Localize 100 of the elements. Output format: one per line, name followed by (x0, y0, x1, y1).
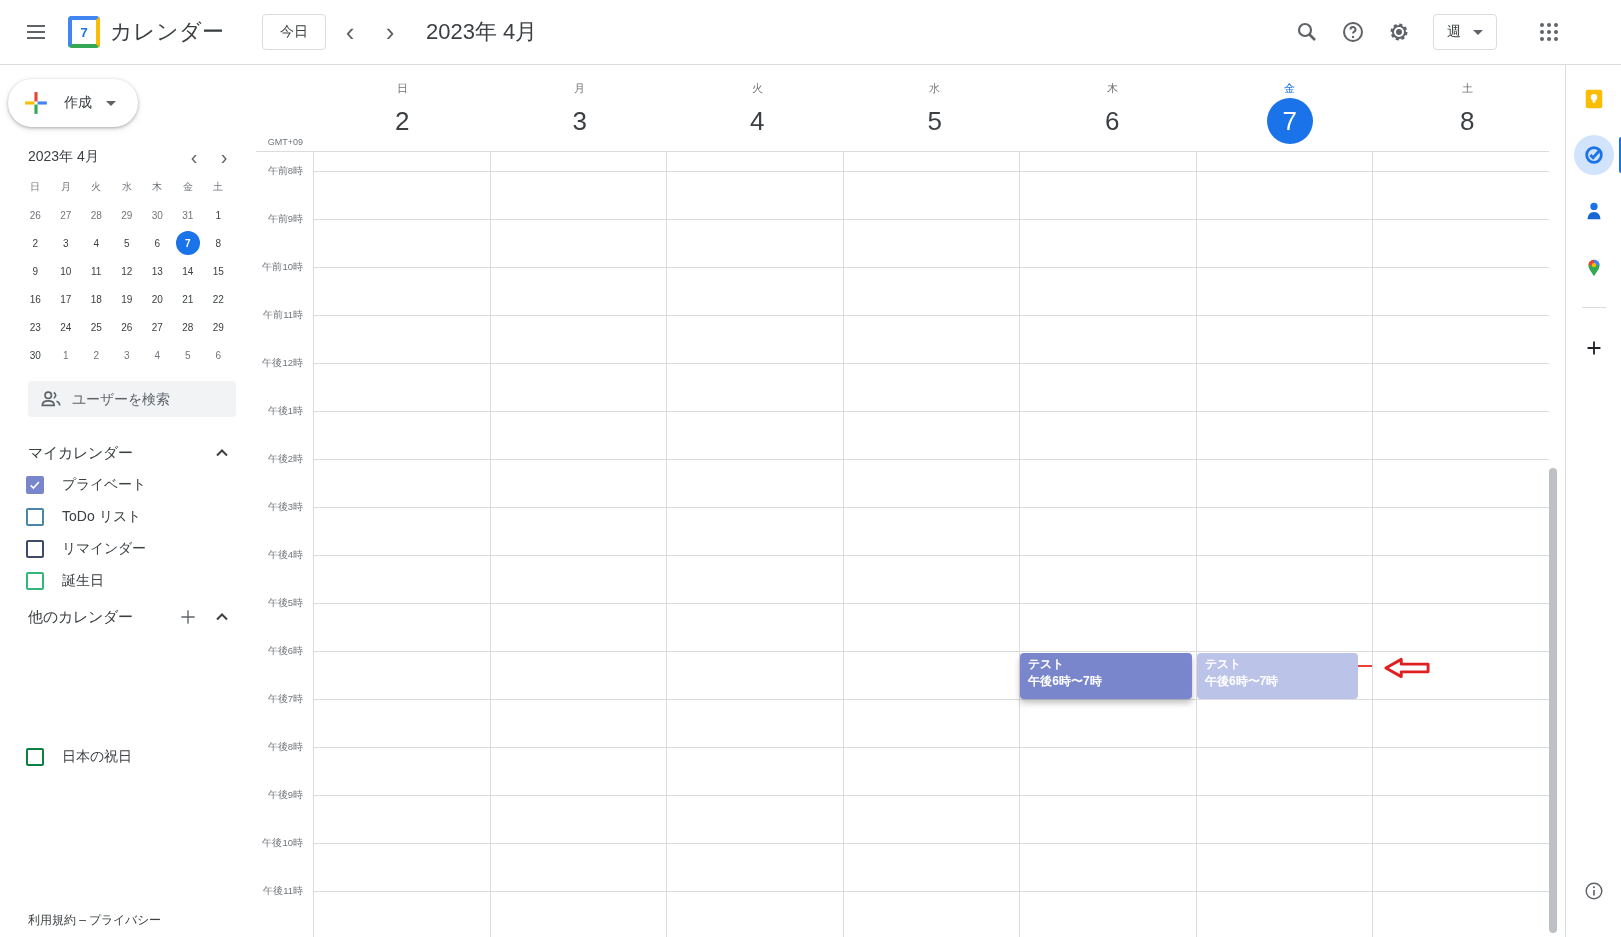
app-name: カレンダー (110, 18, 224, 46)
weekday-label: 日 (396, 81, 408, 96)
previous-button[interactable]: ‹ (334, 16, 366, 48)
checkbox[interactable] (26, 476, 44, 494)
hour-label: 午前10時 (262, 261, 303, 274)
mini-calendar-day[interactable]: 15 (206, 259, 231, 283)
next-month-button[interactable]: › (212, 147, 236, 167)
date-number[interactable]: 4 (734, 98, 781, 144)
mini-calendar-day[interactable]: 29 (114, 203, 139, 227)
hour-label: 午後10時 (262, 837, 303, 850)
hour-label: 午前9時 (267, 213, 303, 226)
add-icon[interactable] (178, 607, 198, 627)
mini-calendar-day[interactable]: 18 (84, 287, 109, 311)
help-icon[interactable] (1341, 20, 1365, 44)
mini-calendar-day[interactable]: 2 (23, 231, 48, 255)
date-number[interactable]: 5 (911, 98, 958, 144)
date-number[interactable]: 6 (1089, 98, 1136, 144)
mini-calendar-day[interactable]: 4 (84, 231, 109, 255)
hour-label: 午前11時 (263, 309, 303, 322)
mini-calendar-day[interactable]: 13 (145, 259, 170, 283)
date-number[interactable]: 2 (379, 98, 426, 144)
checkbox[interactable] (26, 508, 44, 526)
mini-calendar-day[interactable]: 31 (175, 203, 200, 227)
weekday-label: 火 (751, 81, 763, 96)
period-title: 2023年 4月 (426, 18, 538, 46)
date-number[interactable]: 8 (1444, 98, 1491, 144)
mini-calendar-day[interactable]: 12 (114, 259, 139, 283)
mini-calendar-day[interactable]: 24 (53, 315, 78, 339)
mini-calendar-day[interactable]: 11 (84, 259, 109, 283)
hour-label: 午後1時 (267, 405, 303, 418)
mini-calendar-day[interactable]: 26 (114, 315, 139, 339)
section-title: 他のカレンダー (28, 607, 133, 627)
weekday-label: 金 (182, 180, 193, 194)
mini-calendar-day[interactable]: 17 (53, 287, 78, 311)
event-title: テスト (1204, 656, 1242, 673)
mini-calendar-day[interactable]: 1 (206, 203, 231, 227)
footer-links[interactable]: 利用規約 – プライバシー (28, 912, 256, 929)
mini-calendar-day[interactable]: 8 (206, 231, 231, 255)
create-button[interactable]: 作成 (8, 79, 138, 127)
hour-label: 午後5時 (267, 597, 303, 610)
mini-calendar-day[interactable]: 30 (145, 203, 170, 227)
mini-calendar-day[interactable]: 5 (114, 231, 139, 255)
mini-calendar-day[interactable]: 1 (53, 343, 78, 367)
mini-calendar-day[interactable]: 20 (145, 287, 170, 311)
mini-calendar-day[interactable]: 10 (53, 259, 78, 283)
hour-label: 午後12時 (262, 357, 303, 370)
caret-icon (106, 100, 116, 106)
mini-calendar-day[interactable]: 6 (145, 231, 170, 255)
today-button[interactable]: 今日 (262, 14, 326, 50)
mini-calendar-day[interactable]: 28 (175, 315, 200, 339)
weekday-label: 火 (91, 180, 102, 194)
mini-calendar-day[interactable]: 6 (206, 343, 231, 367)
mini-calendar-day[interactable]: 23 (23, 315, 48, 339)
mini-calendar-day[interactable]: 5 (175, 343, 200, 367)
mini-calendar-day[interactable]: 28 (84, 203, 109, 227)
mini-calendar-day[interactable]: 30 (23, 343, 48, 367)
weekday-label: 月 (60, 180, 71, 194)
weekday-label: 金 (1284, 81, 1296, 96)
scrollbar[interactable] (1549, 468, 1557, 933)
hour-label: 午前8時 (267, 165, 303, 178)
apps-icon[interactable] (1537, 20, 1561, 44)
calendar-name: 誕生日 (62, 572, 104, 590)
weekday-label: 月 (574, 81, 586, 96)
mini-calendar-day[interactable]: 7 (175, 231, 200, 255)
event-time: 午後6時〜7時 (1204, 673, 1280, 690)
next-button[interactable]: › (374, 16, 406, 48)
mini-calendar-day[interactable]: 22 (206, 287, 231, 311)
section-title: マイカレンダー (28, 443, 133, 463)
hour-label: 午後9時 (267, 789, 303, 802)
hour-label: 午後6時 (267, 645, 303, 658)
checkbox[interactable] (26, 572, 44, 590)
mini-calendar-day[interactable]: 9 (23, 259, 48, 283)
weekday-label: 土 (213, 180, 224, 194)
mini-calendar-day[interactable]: 14 (175, 259, 200, 283)
mini-calendar-day[interactable]: 27 (53, 203, 78, 227)
weekday-label: 水 (121, 180, 132, 194)
caret-icon (1473, 29, 1483, 35)
mini-calendar-day[interactable]: 27 (145, 315, 170, 339)
calendar-name: リマインダー (62, 540, 146, 558)
mini-calendar-day[interactable]: 3 (53, 231, 78, 255)
mini-calendar-day[interactable]: 29 (206, 315, 231, 339)
weekday-label: 土 (1461, 81, 1473, 96)
mini-calendar-day[interactable]: 4 (145, 343, 170, 367)
mini-calendar-day[interactable]: 21 (175, 287, 200, 311)
mini-calendar-day[interactable]: 16 (23, 287, 48, 311)
previous-month-button[interactable]: ‹ (182, 147, 206, 167)
mini-calendar-day[interactable]: 3 (114, 343, 139, 367)
mini-calendar-day[interactable]: 19 (114, 287, 139, 311)
mini-calendar-day[interactable]: 26 (23, 203, 48, 227)
checkbox[interactable] (26, 748, 44, 766)
view-dropdown[interactable]: 週 (1433, 14, 1497, 50)
weekday-label: 水 (929, 81, 941, 96)
user-search-field[interactable]: ユーザーを検索 (28, 381, 236, 417)
date-number[interactable]: 3 (556, 98, 603, 144)
mini-calendar-day[interactable]: 2 (84, 343, 109, 367)
arrow-annotation (1384, 657, 1430, 679)
hour-label: 午後2時 (267, 453, 303, 466)
mini-calendar-day[interactable]: 25 (84, 315, 109, 339)
checkbox[interactable] (26, 540, 44, 558)
date-number[interactable]: 7 (1266, 98, 1313, 144)
